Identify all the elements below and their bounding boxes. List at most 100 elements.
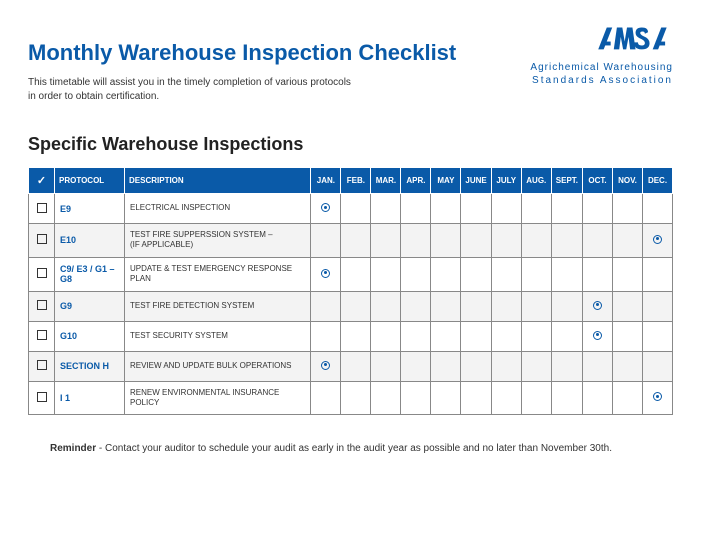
checkbox-cell[interactable] — [29, 381, 55, 415]
checkbox-cell[interactable] — [29, 224, 55, 258]
checkbox-cell[interactable] — [29, 194, 55, 224]
month-cell — [371, 381, 401, 415]
month-cell — [311, 224, 341, 258]
month-cell — [431, 224, 461, 258]
month-cell — [401, 381, 431, 415]
col-protocol: PROTOCOL — [55, 168, 125, 194]
checkbox-icon[interactable] — [37, 203, 47, 213]
protocol-cell: I 1 — [55, 381, 125, 415]
month-cell — [341, 351, 371, 381]
month-cell — [431, 351, 461, 381]
month-cell — [461, 194, 491, 224]
checkbox-icon[interactable] — [37, 330, 47, 340]
col-month-mar: MAR. — [371, 168, 401, 194]
month-cell — [583, 257, 613, 291]
col-month-july: JULY — [491, 168, 521, 194]
month-cell — [583, 194, 613, 224]
logo-line-2: Standards Association — [530, 74, 673, 87]
month-cell — [521, 224, 551, 258]
month-cell — [521, 321, 551, 351]
month-cell — [431, 291, 461, 321]
checkbox-icon[interactable] — [37, 360, 47, 370]
checkbox-cell[interactable] — [29, 257, 55, 291]
month-cell — [341, 257, 371, 291]
month-cell — [551, 224, 582, 258]
reminder-note: Reminder - Contact your auditor to sched… — [28, 443, 673, 454]
table-row: E10TEST FIRE SUPPERSSION SYSTEM – (IF AP… — [29, 224, 673, 258]
table-header: PROTOCOL DESCRIPTION JAN.FEB.MAR.APR.MAY… — [29, 168, 673, 194]
schedule-marker-icon — [593, 331, 602, 340]
col-check — [29, 168, 55, 194]
month-cell — [461, 351, 491, 381]
month-cell — [371, 224, 401, 258]
month-cell — [521, 291, 551, 321]
logo-block: Agrichemical Warehousing Standards Assoc… — [530, 26, 673, 87]
month-cell — [491, 381, 521, 415]
checkbox-icon[interactable] — [37, 234, 47, 244]
month-cell — [311, 291, 341, 321]
month-cell — [613, 321, 643, 351]
checkbox-icon[interactable] — [37, 268, 47, 278]
section-title: Specific Warehouse Inspections — [28, 134, 673, 155]
month-cell — [551, 291, 582, 321]
month-cell — [431, 257, 461, 291]
header: Monthly Warehouse Inspection Checklist T… — [28, 26, 673, 104]
col-description: DESCRIPTION — [125, 168, 311, 194]
month-cell — [461, 257, 491, 291]
month-cell — [521, 351, 551, 381]
checkbox-cell[interactable] — [29, 291, 55, 321]
checkbox-icon[interactable] — [37, 300, 47, 310]
protocol-cell: SECTION H — [55, 351, 125, 381]
protocol-cell: E10 — [55, 224, 125, 258]
col-month-aug: AUG. — [521, 168, 551, 194]
inspection-table: PROTOCOL DESCRIPTION JAN.FEB.MAR.APR.MAY… — [28, 167, 673, 415]
month-cell — [583, 351, 613, 381]
month-cell — [431, 381, 461, 415]
title-block: Monthly Warehouse Inspection Checklist T… — [28, 26, 530, 104]
subtitle-line-2: in order to obtain certification. — [28, 91, 159, 102]
month-cell — [643, 291, 673, 321]
month-cell — [583, 224, 613, 258]
month-cell — [551, 381, 582, 415]
protocol-cell: C9/ E3 / G1 –G8 — [55, 257, 125, 291]
checkbox-icon[interactable] — [37, 392, 47, 402]
col-month-june: JUNE — [461, 168, 491, 194]
month-cell — [613, 351, 643, 381]
checkbox-cell[interactable] — [29, 351, 55, 381]
month-cell — [551, 321, 582, 351]
month-cell — [371, 321, 401, 351]
month-cell — [401, 321, 431, 351]
schedule-marker-icon — [653, 235, 662, 244]
col-month-sept: SEPT. — [551, 168, 582, 194]
page-subtitle: This timetable will assist you in the ti… — [28, 76, 368, 104]
table-row: SECTION HREVIEW AND UPDATE BULK OPERATIO… — [29, 351, 673, 381]
month-cell — [583, 381, 613, 415]
month-cell — [341, 291, 371, 321]
month-cell — [311, 381, 341, 415]
logo-text: Agrichemical Warehousing Standards Assoc… — [530, 61, 673, 87]
col-month-oct: OCT. — [583, 168, 613, 194]
month-cell — [643, 381, 673, 415]
description-cell: RENEW ENVIRONMENTAL INSURANCE POLICY — [125, 381, 311, 415]
schedule-marker-icon — [321, 203, 330, 212]
col-month-jan: JAN. — [311, 168, 341, 194]
schedule-marker-icon — [653, 392, 662, 401]
protocol-cell: G10 — [55, 321, 125, 351]
month-cell — [401, 224, 431, 258]
month-cell — [551, 257, 582, 291]
schedule-marker-icon — [593, 301, 602, 310]
table-row: C9/ E3 / G1 –G8UPDATE & TEST EMERGENCY R… — [29, 257, 673, 291]
month-cell — [461, 291, 491, 321]
month-cell — [341, 194, 371, 224]
month-cell — [371, 194, 401, 224]
table-row: G10TEST SECURITY SYSTEM — [29, 321, 673, 351]
schedule-marker-icon — [321, 361, 330, 370]
col-month-dec: DEC. — [643, 168, 673, 194]
table-row: E9ELECTRICAL INSPECTION — [29, 194, 673, 224]
month-cell — [311, 351, 341, 381]
month-cell — [311, 321, 341, 351]
col-month-may: MAY — [431, 168, 461, 194]
checkbox-cell[interactable] — [29, 321, 55, 351]
month-cell — [341, 224, 371, 258]
month-cell — [491, 291, 521, 321]
